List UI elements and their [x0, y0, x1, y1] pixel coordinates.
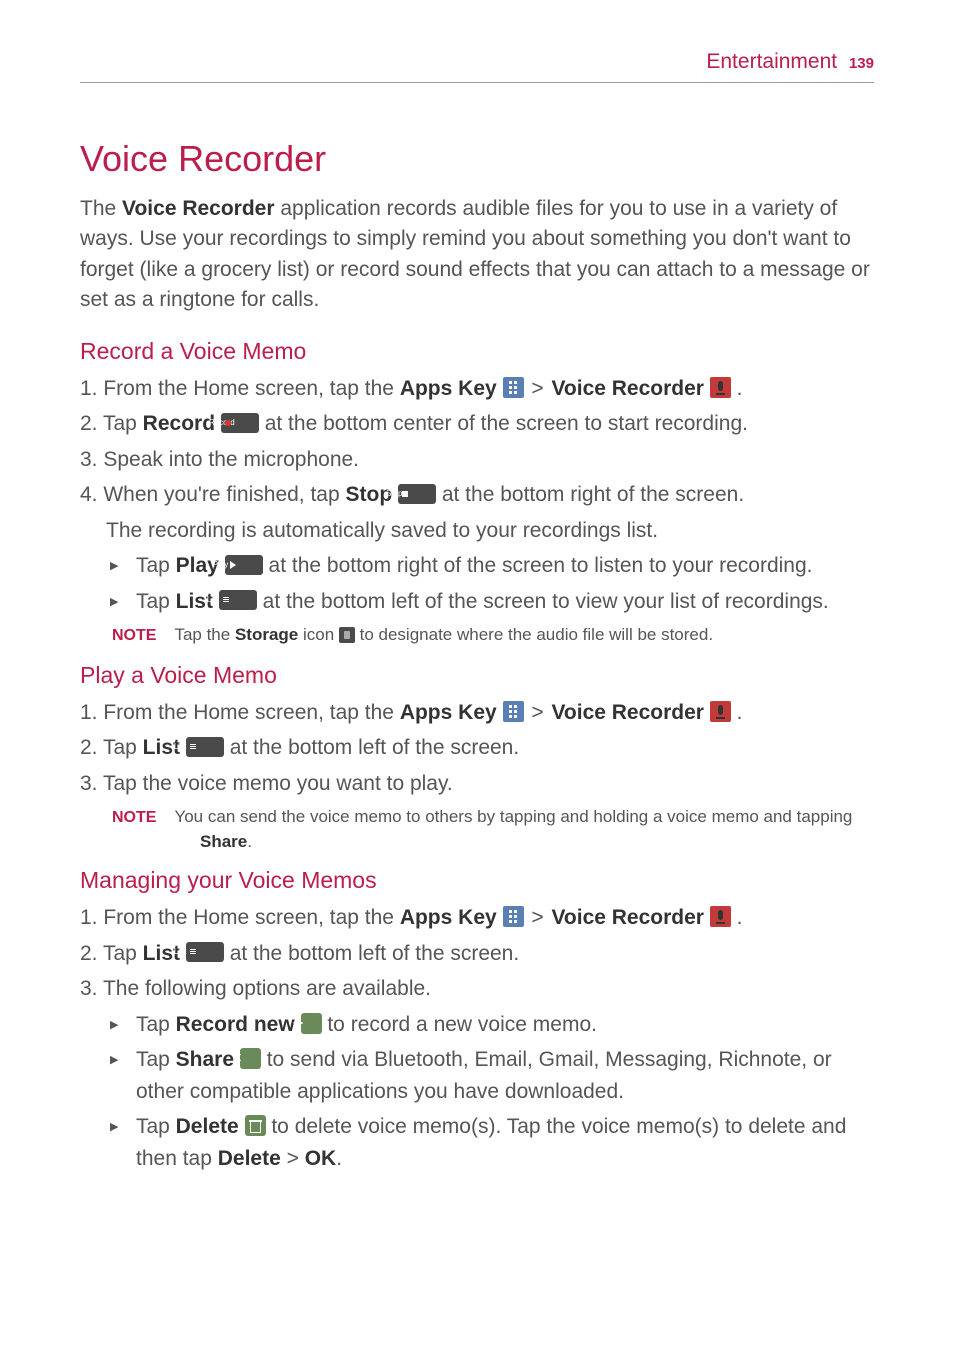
- record-note: NOTE Tap the Storage icon to designate wh…: [80, 623, 874, 647]
- share-label: Share: [176, 1048, 234, 1071]
- page-container: Entertainment 139 Voice Recorder The Voi…: [0, 0, 954, 1218]
- record-step-2: 2. Tap Record Record at the bottom cente…: [80, 408, 874, 440]
- voice-recorder-label: Voice Recorder: [551, 906, 704, 929]
- text: 4. When you're finished, tap: [80, 483, 346, 506]
- record-label: Record: [143, 412, 215, 435]
- page-number: 139: [849, 55, 874, 72]
- plus-icon: +: [301, 1013, 322, 1034]
- intro-paragraph: The Voice Recorder application records a…: [80, 194, 874, 316]
- text: 2. Tap: [80, 942, 143, 965]
- storage-icon: [339, 627, 355, 643]
- page-header: Entertainment 139: [80, 50, 874, 74]
- text: at the bottom center of the screen to st…: [259, 412, 748, 435]
- record-step-1: 1. From the Home screen, tap the Apps Ke…: [80, 373, 874, 405]
- note-label: NOTE: [112, 809, 156, 826]
- intro-text-pre: The: [80, 197, 122, 220]
- voice-recorder-icon: [710, 377, 731, 398]
- separator: >: [281, 1147, 305, 1170]
- subheading-play: Play a Voice Memo: [80, 662, 874, 689]
- text: .: [731, 906, 743, 929]
- storage-label: Storage: [235, 625, 298, 644]
- separator: >: [526, 906, 550, 929]
- record-new-label: Record new: [176, 1013, 295, 1036]
- apps-key-label: Apps Key: [400, 906, 497, 929]
- text: Tap: [136, 590, 176, 613]
- header-rule: [80, 82, 874, 83]
- manage-step-1: 1. From the Home screen, tap the Apps Ke…: [80, 902, 874, 934]
- intro-app-name: Voice Recorder: [122, 197, 275, 220]
- voice-recorder-label: Voice Recorder: [551, 377, 704, 400]
- voice-recorder-icon: [710, 701, 731, 722]
- play-step-2: 2. Tap List List at the bottom left of t…: [80, 732, 874, 764]
- text: .: [731, 701, 743, 724]
- page-title: Voice Recorder: [80, 138, 874, 180]
- note-label: NOTE: [112, 627, 156, 644]
- manage-step-3: 3. The following options are available.: [80, 973, 874, 1005]
- apps-key-label: Apps Key: [400, 377, 497, 400]
- text: Tap: [136, 1115, 176, 1138]
- record-step-4: 4. When you're finished, tap Stop Stop a…: [80, 479, 874, 511]
- text: 2. Tap: [80, 412, 143, 435]
- manage-bullet-delete: Tap Delete to delete voice memo(s). Tap …: [80, 1111, 874, 1174]
- apps-key-icon: [503, 701, 524, 722]
- record-step-3: 3. Speak into the microphone.: [80, 444, 874, 476]
- record-bullet-list: Tap List List at the bottom left of the …: [80, 586, 874, 618]
- separator: >: [526, 377, 550, 400]
- share-icon: <: [240, 1048, 261, 1069]
- text: at the bottom left of the screen.: [224, 736, 519, 759]
- text: to designate where the audio file will b…: [355, 625, 713, 644]
- list-button-icon: List: [186, 737, 224, 757]
- text: Tap: [136, 554, 176, 577]
- text: Tap the: [174, 625, 235, 644]
- record-button-icon: Record: [221, 413, 259, 433]
- text: .: [336, 1147, 342, 1170]
- text: 1. From the Home screen, tap the: [80, 701, 400, 724]
- apps-key-icon: [503, 906, 524, 927]
- text: .: [247, 832, 252, 851]
- voice-recorder-icon: [710, 906, 731, 927]
- subheading-manage: Managing your Voice Memos: [80, 867, 874, 894]
- stop-button-icon: Stop: [398, 484, 436, 504]
- text: Tap: [136, 1048, 176, 1071]
- ok-label: OK: [305, 1147, 337, 1170]
- trash-icon: [245, 1115, 266, 1136]
- text: 1. From the Home screen, tap the: [80, 906, 400, 929]
- manage-step-2: 2. Tap List List at the bottom left of t…: [80, 938, 874, 970]
- delete-label-2: Delete: [218, 1147, 281, 1170]
- apps-key-label: Apps Key: [400, 701, 497, 724]
- text: 1. From the Home screen, tap the: [80, 377, 400, 400]
- list-button-icon: List: [219, 590, 257, 610]
- text: at the bottom right of the screen.: [436, 483, 744, 506]
- subheading-record: Record a Voice Memo: [80, 338, 874, 365]
- play-button-icon: Play: [225, 555, 263, 575]
- share-label: Share: [200, 832, 247, 851]
- text: You can send the voice memo to others by…: [174, 807, 852, 826]
- separator: >: [526, 701, 550, 724]
- text: icon: [298, 625, 339, 644]
- text: at the bottom left of the screen to view…: [257, 590, 829, 613]
- play-step-1: 1. From the Home screen, tap the Apps Ke…: [80, 697, 874, 729]
- text: 2. Tap: [80, 736, 143, 759]
- text: to record a new voice memo.: [322, 1013, 597, 1036]
- record-step-4-sub: The recording is automatically saved to …: [80, 515, 874, 547]
- text: at the bottom right of the screen to lis…: [263, 554, 813, 577]
- text: at the bottom left of the screen.: [224, 942, 519, 965]
- play-step-3: 3. Tap the voice memo you want to play.: [80, 768, 874, 800]
- play-note: NOTE You can send the voice memo to other…: [80, 805, 874, 853]
- manage-bullet-recordnew: Tap Record new + to record a new voice m…: [80, 1009, 874, 1041]
- manage-bullet-share: Tap Share < to send via Bluetooth, Email…: [80, 1044, 874, 1107]
- voice-recorder-label: Voice Recorder: [551, 701, 704, 724]
- text: .: [731, 377, 743, 400]
- record-bullet-play: Tap Play Play at the bottom right of the…: [80, 550, 874, 582]
- delete-label: Delete: [176, 1115, 239, 1138]
- text: Tap: [136, 1013, 176, 1036]
- section-name: Entertainment: [706, 50, 837, 73]
- list-button-icon: List: [186, 942, 224, 962]
- apps-key-icon: [503, 377, 524, 398]
